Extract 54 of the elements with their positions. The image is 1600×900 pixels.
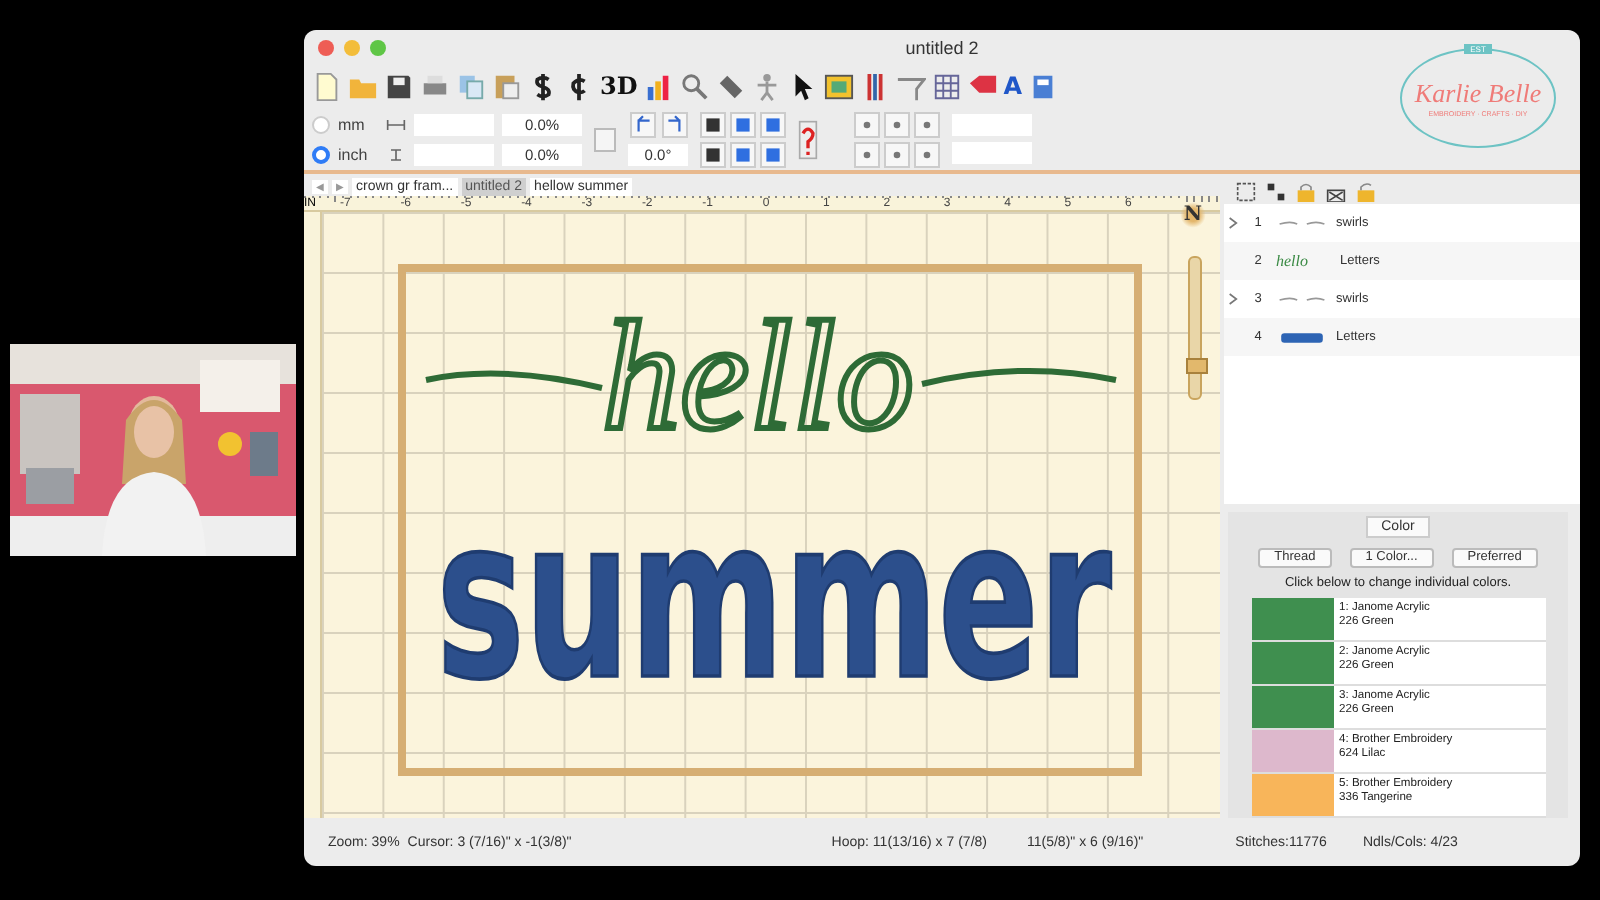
unit-label: mm bbox=[338, 115, 367, 133]
square-icon bbox=[762, 113, 784, 135]
nudge-button[interactable] bbox=[914, 141, 940, 167]
chevron-icon[interactable] bbox=[1228, 216, 1238, 230]
toolbar-button[interactable]: 3D bbox=[600, 72, 638, 100]
magnifier-icon[interactable] bbox=[679, 71, 710, 101]
align-button[interactable] bbox=[700, 111, 726, 137]
align-button[interactable] bbox=[700, 141, 726, 167]
chart-icon[interactable] bbox=[643, 71, 674, 101]
unlock-icon[interactable] bbox=[1356, 181, 1376, 201]
frame-icon[interactable] bbox=[823, 71, 854, 101]
document-icon[interactable] bbox=[312, 71, 342, 101]
save-icon[interactable] bbox=[384, 71, 414, 101]
summer-lettering: summer bbox=[436, 471, 1112, 731]
slider-thumb[interactable] bbox=[1186, 357, 1208, 373]
rotate-right-button[interactable] bbox=[661, 112, 687, 138]
compass-icon: N bbox=[1177, 200, 1208, 230]
nudge-button[interactable] bbox=[914, 111, 940, 137]
square-icon bbox=[702, 113, 724, 135]
toolbar-button[interactable]: A bbox=[1003, 72, 1023, 100]
ruler-icon[interactable] bbox=[715, 71, 746, 101]
nudge-button[interactable] bbox=[884, 141, 910, 167]
height-arrows-icon bbox=[386, 147, 406, 161]
lettering-thumbnail: hello bbox=[1276, 252, 1310, 270]
color-swatch[interactable] bbox=[1251, 642, 1333, 684]
unit-label: inch bbox=[338, 145, 370, 163]
logo-name: Karlie Belle bbox=[1414, 78, 1542, 110]
square-icon bbox=[732, 143, 754, 165]
radio-button[interactable] bbox=[312, 145, 330, 163]
zoom-slider[interactable] bbox=[1188, 256, 1202, 400]
square-icon bbox=[702, 143, 724, 165]
chevron-icon[interactable] bbox=[1228, 292, 1238, 306]
lettering-thumbnail bbox=[1276, 329, 1328, 345]
color-swatch[interactable] bbox=[1251, 598, 1333, 640]
square-icon bbox=[762, 143, 784, 165]
window-title: untitled 2 bbox=[905, 37, 979, 57]
ungroup-icon[interactable] bbox=[1266, 181, 1286, 201]
grid-icon[interactable] bbox=[931, 71, 962, 101]
color-swatch[interactable] bbox=[1251, 774, 1333, 816]
copy-icon[interactable] bbox=[456, 71, 486, 101]
square-icon bbox=[732, 113, 754, 135]
nudge-button[interactable] bbox=[854, 111, 880, 137]
nudge-button[interactable] bbox=[884, 111, 910, 137]
nudge-button[interactable] bbox=[854, 141, 880, 167]
radio-button[interactable] bbox=[312, 115, 330, 133]
arrow-icon bbox=[663, 114, 685, 136]
close-button[interactable] bbox=[318, 39, 334, 55]
rotate-left-button[interactable] bbox=[629, 112, 655, 138]
width-arrows-icon bbox=[386, 117, 406, 131]
color-swatch[interactable] bbox=[1251, 730, 1333, 772]
group-icon[interactable] bbox=[1236, 181, 1256, 201]
question-mark-icon[interactable] bbox=[798, 117, 818, 161]
color-swatch[interactable] bbox=[1251, 686, 1333, 728]
hello-lettering: hello bbox=[602, 288, 914, 462]
